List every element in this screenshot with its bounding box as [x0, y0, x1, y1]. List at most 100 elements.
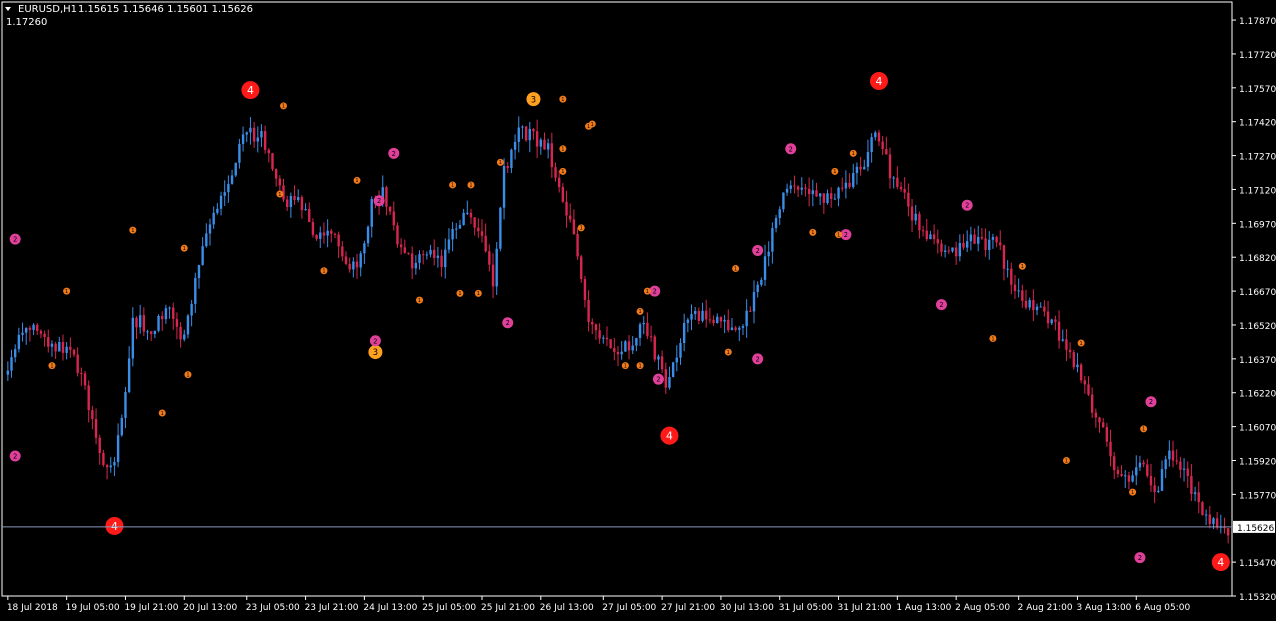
candle-bear	[1079, 364, 1083, 381]
candle-bull	[785, 188, 789, 193]
candle-bear	[583, 279, 587, 301]
candle-bull	[818, 193, 822, 197]
candle-bear	[1057, 321, 1061, 341]
candle-bull	[297, 197, 300, 201]
candle-bear	[984, 238, 987, 250]
wave-marker-label: 1	[451, 183, 454, 189]
price-tick-label: 1.16670	[1239, 288, 1276, 298]
wave-marker-label: 1	[837, 232, 840, 238]
candle-bear	[47, 337, 50, 347]
candle-bull	[991, 236, 995, 240]
candle-bull	[429, 249, 432, 255]
price-tick-label: 1.17870	[1239, 17, 1276, 27]
candle-bear	[697, 311, 701, 321]
candle-bull	[778, 209, 781, 218]
candle-bull	[17, 334, 21, 350]
candle-bull	[1131, 475, 1134, 482]
candle-bear	[587, 300, 590, 322]
time-tick-label: 26 Jul 13:00	[540, 603, 594, 613]
candle-bear	[646, 322, 649, 337]
candle-bear	[1046, 311, 1050, 324]
candle-bull	[201, 246, 204, 265]
chart-window[interactable]: 4444433222222222222222211111111111111111…	[0, 0, 1276, 617]
candle-bull	[668, 376, 671, 388]
candle-bull	[546, 143, 550, 150]
candle-bear	[102, 452, 105, 465]
candle-bull	[774, 217, 778, 229]
candle-bull	[1168, 450, 1171, 460]
candle-bull	[1061, 339, 1064, 341]
candle-bear	[1201, 502, 1204, 516]
candle-bull	[642, 322, 645, 325]
candle-bull	[418, 254, 421, 263]
candle-bull	[238, 143, 241, 163]
candle-bear	[804, 187, 807, 189]
wave-marker-label: 3	[531, 94, 536, 104]
candle-bull	[212, 212, 215, 225]
candle-bear	[749, 310, 752, 312]
wave-marker-label: 1	[186, 372, 189, 378]
price-chart[interactable]: 4444433222222222222222211111111111111 11 1…	[0, 0, 1276, 617]
candle-bear	[660, 356, 664, 370]
wave-marker-label: 1	[477, 291, 480, 297]
candle-bull	[521, 126, 524, 128]
candle-bear	[1146, 464, 1149, 476]
candle-bull	[958, 242, 962, 257]
candle-bear	[598, 330, 601, 339]
time-tick-label: 3 Aug 13:00	[1076, 603, 1131, 613]
candle-bull	[789, 185, 792, 189]
candle-bear	[43, 333, 46, 338]
price-tick-label: 1.17270	[1239, 153, 1276, 163]
candle-bull	[771, 228, 774, 252]
candle-bear	[712, 319, 715, 324]
candle-bull	[260, 130, 263, 138]
wave-marker-label: 1	[646, 289, 649, 295]
price-tick-label: 1.16220	[1239, 390, 1276, 400]
candle-bear	[973, 234, 976, 244]
candle-bull	[234, 162, 237, 176]
time-tick-label: 27 Jul 21:00	[661, 603, 715, 613]
candle-bear	[392, 211, 395, 226]
candle-bear	[903, 189, 906, 193]
candle-bull	[517, 127, 520, 142]
candle-bear	[616, 351, 620, 355]
wave-marker-label: 2	[377, 197, 381, 205]
wave-marker-label: 1	[991, 336, 994, 342]
candle-bull	[363, 243, 366, 254]
wave-marker-label: 2	[653, 288, 657, 296]
candle-bear	[1190, 475, 1193, 494]
candle-bear	[1208, 514, 1211, 525]
candle-bear	[263, 130, 267, 150]
candle-bull	[1193, 492, 1197, 494]
candle-bull	[951, 247, 954, 252]
candle-bull	[756, 284, 759, 293]
candle-bull	[1039, 306, 1042, 308]
candle-bull	[466, 212, 469, 214]
candle-bear	[932, 234, 936, 240]
candle-bull	[451, 228, 454, 240]
candle-bear	[561, 187, 565, 202]
candle-bull	[436, 255, 440, 258]
candle-bear	[76, 354, 79, 373]
candle-bull	[1135, 467, 1138, 476]
candle-bear	[293, 195, 296, 201]
candle-bull	[870, 137, 873, 153]
candle-bear	[396, 225, 399, 245]
candle-bull	[194, 278, 197, 304]
candle-bull	[1076, 364, 1079, 368]
candle-bear	[337, 234, 340, 247]
candle-bear	[1120, 473, 1123, 476]
candle-bear	[271, 153, 274, 170]
candle-bear	[899, 186, 903, 190]
candle-bull	[1204, 514, 1208, 516]
candle-bull	[58, 342, 61, 352]
candle-bull	[168, 307, 171, 309]
candle-bull	[767, 251, 770, 257]
candle-bear	[1226, 528, 1230, 536]
candle-bear	[807, 188, 811, 195]
candle-bull	[745, 310, 748, 327]
wave-marker-label: 4	[876, 75, 883, 88]
time-tick-label: 19 Jul 05:00	[66, 603, 120, 613]
candle-bull	[943, 250, 947, 252]
candle-bull	[929, 234, 932, 240]
